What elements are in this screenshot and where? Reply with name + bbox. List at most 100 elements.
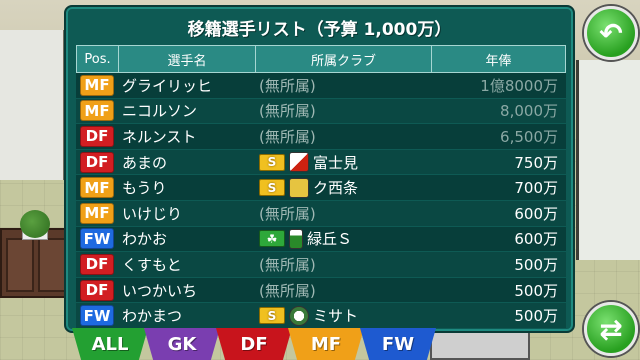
club-cell: (無所属) bbox=[255, 201, 431, 226]
pos-cell: DF bbox=[76, 252, 118, 277]
club-cell: (無所属) bbox=[255, 278, 431, 303]
club-cell: S ク西条 bbox=[255, 175, 431, 200]
pos-cell: FW bbox=[76, 227, 118, 252]
club-name: (無所属) bbox=[259, 281, 316, 300]
player-table: Pos. 選手名 所属クラブ 年俸 MF グライリッヒ (無所属) 1億8000万 MF… bbox=[76, 45, 566, 329]
swap-button[interactable]: ⇄ bbox=[584, 302, 638, 356]
position-badge: MF bbox=[80, 202, 114, 224]
player-name: ネルンスト bbox=[122, 127, 197, 146]
player-name: くすもと bbox=[122, 255, 182, 274]
back-button[interactable]: ↶ bbox=[584, 6, 638, 60]
player-salary: 700万 bbox=[514, 179, 558, 198]
club-crest-icon bbox=[289, 152, 309, 173]
transfer-list-panel: 移籍選手リスト（予算 1,000万） Pos. 選手名 所属クラブ 年俸 MF グ… bbox=[64, 5, 575, 333]
window-right bbox=[576, 60, 640, 260]
club-cell: (無所属) bbox=[255, 99, 431, 124]
table-row[interactable]: MF いけじり (無所属) 600万 bbox=[76, 200, 566, 227]
player-salary: 500万 bbox=[514, 281, 558, 300]
club-name: (無所属) bbox=[259, 127, 316, 146]
tab-gk[interactable]: GK bbox=[144, 328, 220, 360]
player-name: もうり bbox=[122, 179, 167, 198]
club-crest-icon bbox=[289, 177, 309, 198]
player-name: グライリッヒ bbox=[122, 76, 213, 95]
tab-df[interactable]: DF bbox=[216, 328, 292, 360]
player-salary: 1億8000万 bbox=[480, 76, 558, 95]
pos-cell: MF bbox=[76, 99, 118, 124]
table-row[interactable]: FW わかまつ S ミサト 500万 bbox=[76, 303, 566, 329]
table-header: Pos. 選手名 所属クラブ 年俸 bbox=[76, 45, 566, 73]
position-badge: MF bbox=[80, 100, 114, 122]
player-salary: 600万 bbox=[514, 204, 558, 223]
player-name: あまの bbox=[122, 153, 168, 172]
player-name: わかお bbox=[122, 230, 168, 249]
player-name: いけじり bbox=[122, 204, 183, 223]
pos-cell: MF bbox=[76, 201, 118, 226]
tab-all[interactable]: ALL bbox=[72, 328, 148, 360]
club-cell: ☘ 緑丘Ｓ bbox=[255, 227, 431, 252]
pos-cell: DF bbox=[76, 124, 118, 149]
club-cell: (無所属) bbox=[255, 73, 431, 98]
position-badge: MF bbox=[80, 74, 114, 96]
player-salary: 8,000万 bbox=[500, 102, 558, 121]
table-row[interactable]: DF あまの S 富士見 750万 bbox=[76, 149, 566, 176]
table-row[interactable]: DF くすもと (無所属) 500万 bbox=[76, 252, 566, 278]
position-badge: DF bbox=[80, 279, 114, 301]
plant bbox=[20, 210, 50, 238]
club-cell: (無所属) bbox=[255, 124, 431, 149]
player-salary: 500万 bbox=[514, 307, 558, 326]
table-row[interactable]: MF グライリッヒ (無所属) 1億8000万 bbox=[76, 73, 566, 99]
s-league-icon: S bbox=[259, 153, 285, 171]
pos-cell: FW bbox=[76, 303, 118, 328]
club-name: ミサト bbox=[313, 307, 359, 326]
pos-cell: DF bbox=[76, 150, 118, 175]
player-salary: 500万 bbox=[514, 255, 558, 274]
club-crest-icon bbox=[289, 228, 303, 249]
position-badge: DF bbox=[80, 125, 114, 147]
table-body: MF グライリッヒ (無所属) 1億8000万 MF ニコルソン (無所属) 8,000万 DF… bbox=[76, 73, 566, 329]
position-badge: FW bbox=[80, 305, 114, 327]
player-name: いつかいち bbox=[122, 281, 198, 300]
club-name: 緑丘Ｓ bbox=[307, 230, 353, 249]
club-crest-icon bbox=[289, 305, 309, 326]
s-league-icon: S bbox=[259, 179, 285, 197]
table-row[interactable]: DF ネルンスト (無所属) 6,500万 bbox=[76, 124, 566, 150]
club-cell: S 富士見 bbox=[255, 150, 431, 175]
player-name: ニコルソン bbox=[122, 102, 198, 121]
position-tabs: ALL GK DF MF FW bbox=[72, 328, 436, 360]
pos-cell: DF bbox=[76, 278, 118, 303]
club-name: (無所属) bbox=[259, 255, 316, 274]
position-badge: MF bbox=[80, 177, 114, 199]
header-name: 選手名 bbox=[119, 46, 256, 72]
player-salary: 6,500万 bbox=[500, 127, 558, 146]
table-row[interactable]: DF いつかいち (無所属) 500万 bbox=[76, 277, 566, 304]
pos-cell: MF bbox=[76, 175, 118, 200]
s-league-icon: S bbox=[259, 307, 285, 325]
position-badge: DF bbox=[80, 151, 114, 173]
position-badge: FW bbox=[80, 228, 114, 250]
table-row[interactable]: FW わかお ☘ 緑丘Ｓ 600万 bbox=[76, 226, 566, 253]
swap-arrows-icon: ⇄ bbox=[599, 312, 623, 346]
back-arrow-icon: ↶ bbox=[599, 16, 623, 50]
header-salary: 年俸 bbox=[485, 53, 512, 69]
player-name: わかまつ bbox=[122, 307, 183, 326]
club-name: ク西条 bbox=[313, 179, 359, 198]
player-salary: 600万 bbox=[514, 230, 558, 249]
leaf-icon: ☘ bbox=[259, 230, 285, 248]
tab-mf[interactable]: MF bbox=[288, 328, 364, 360]
club-name: (無所属) bbox=[259, 76, 316, 95]
club-cell: S ミサト bbox=[255, 303, 431, 328]
window-left bbox=[0, 30, 66, 180]
tab-fw[interactable]: FW bbox=[360, 328, 436, 360]
club-name: (無所属) bbox=[259, 102, 316, 121]
header-pos: Pos. bbox=[77, 46, 119, 72]
pos-cell: MF bbox=[76, 73, 118, 98]
position-badge: DF bbox=[80, 253, 114, 275]
club-cell: (無所属) bbox=[255, 252, 431, 277]
panel-title: 移籍選手リスト（予算 1,000万） bbox=[187, 20, 452, 40]
header-club: 所属クラブ bbox=[256, 46, 432, 72]
table-row[interactable]: MF ニコルソン (無所属) 8,000万 bbox=[76, 98, 566, 125]
club-name: (無所属) bbox=[259, 204, 316, 223]
player-salary: 750万 bbox=[514, 153, 558, 172]
club-name: 富士見 bbox=[313, 153, 359, 172]
table-row[interactable]: MF もうり S ク西条 700万 bbox=[76, 175, 566, 201]
